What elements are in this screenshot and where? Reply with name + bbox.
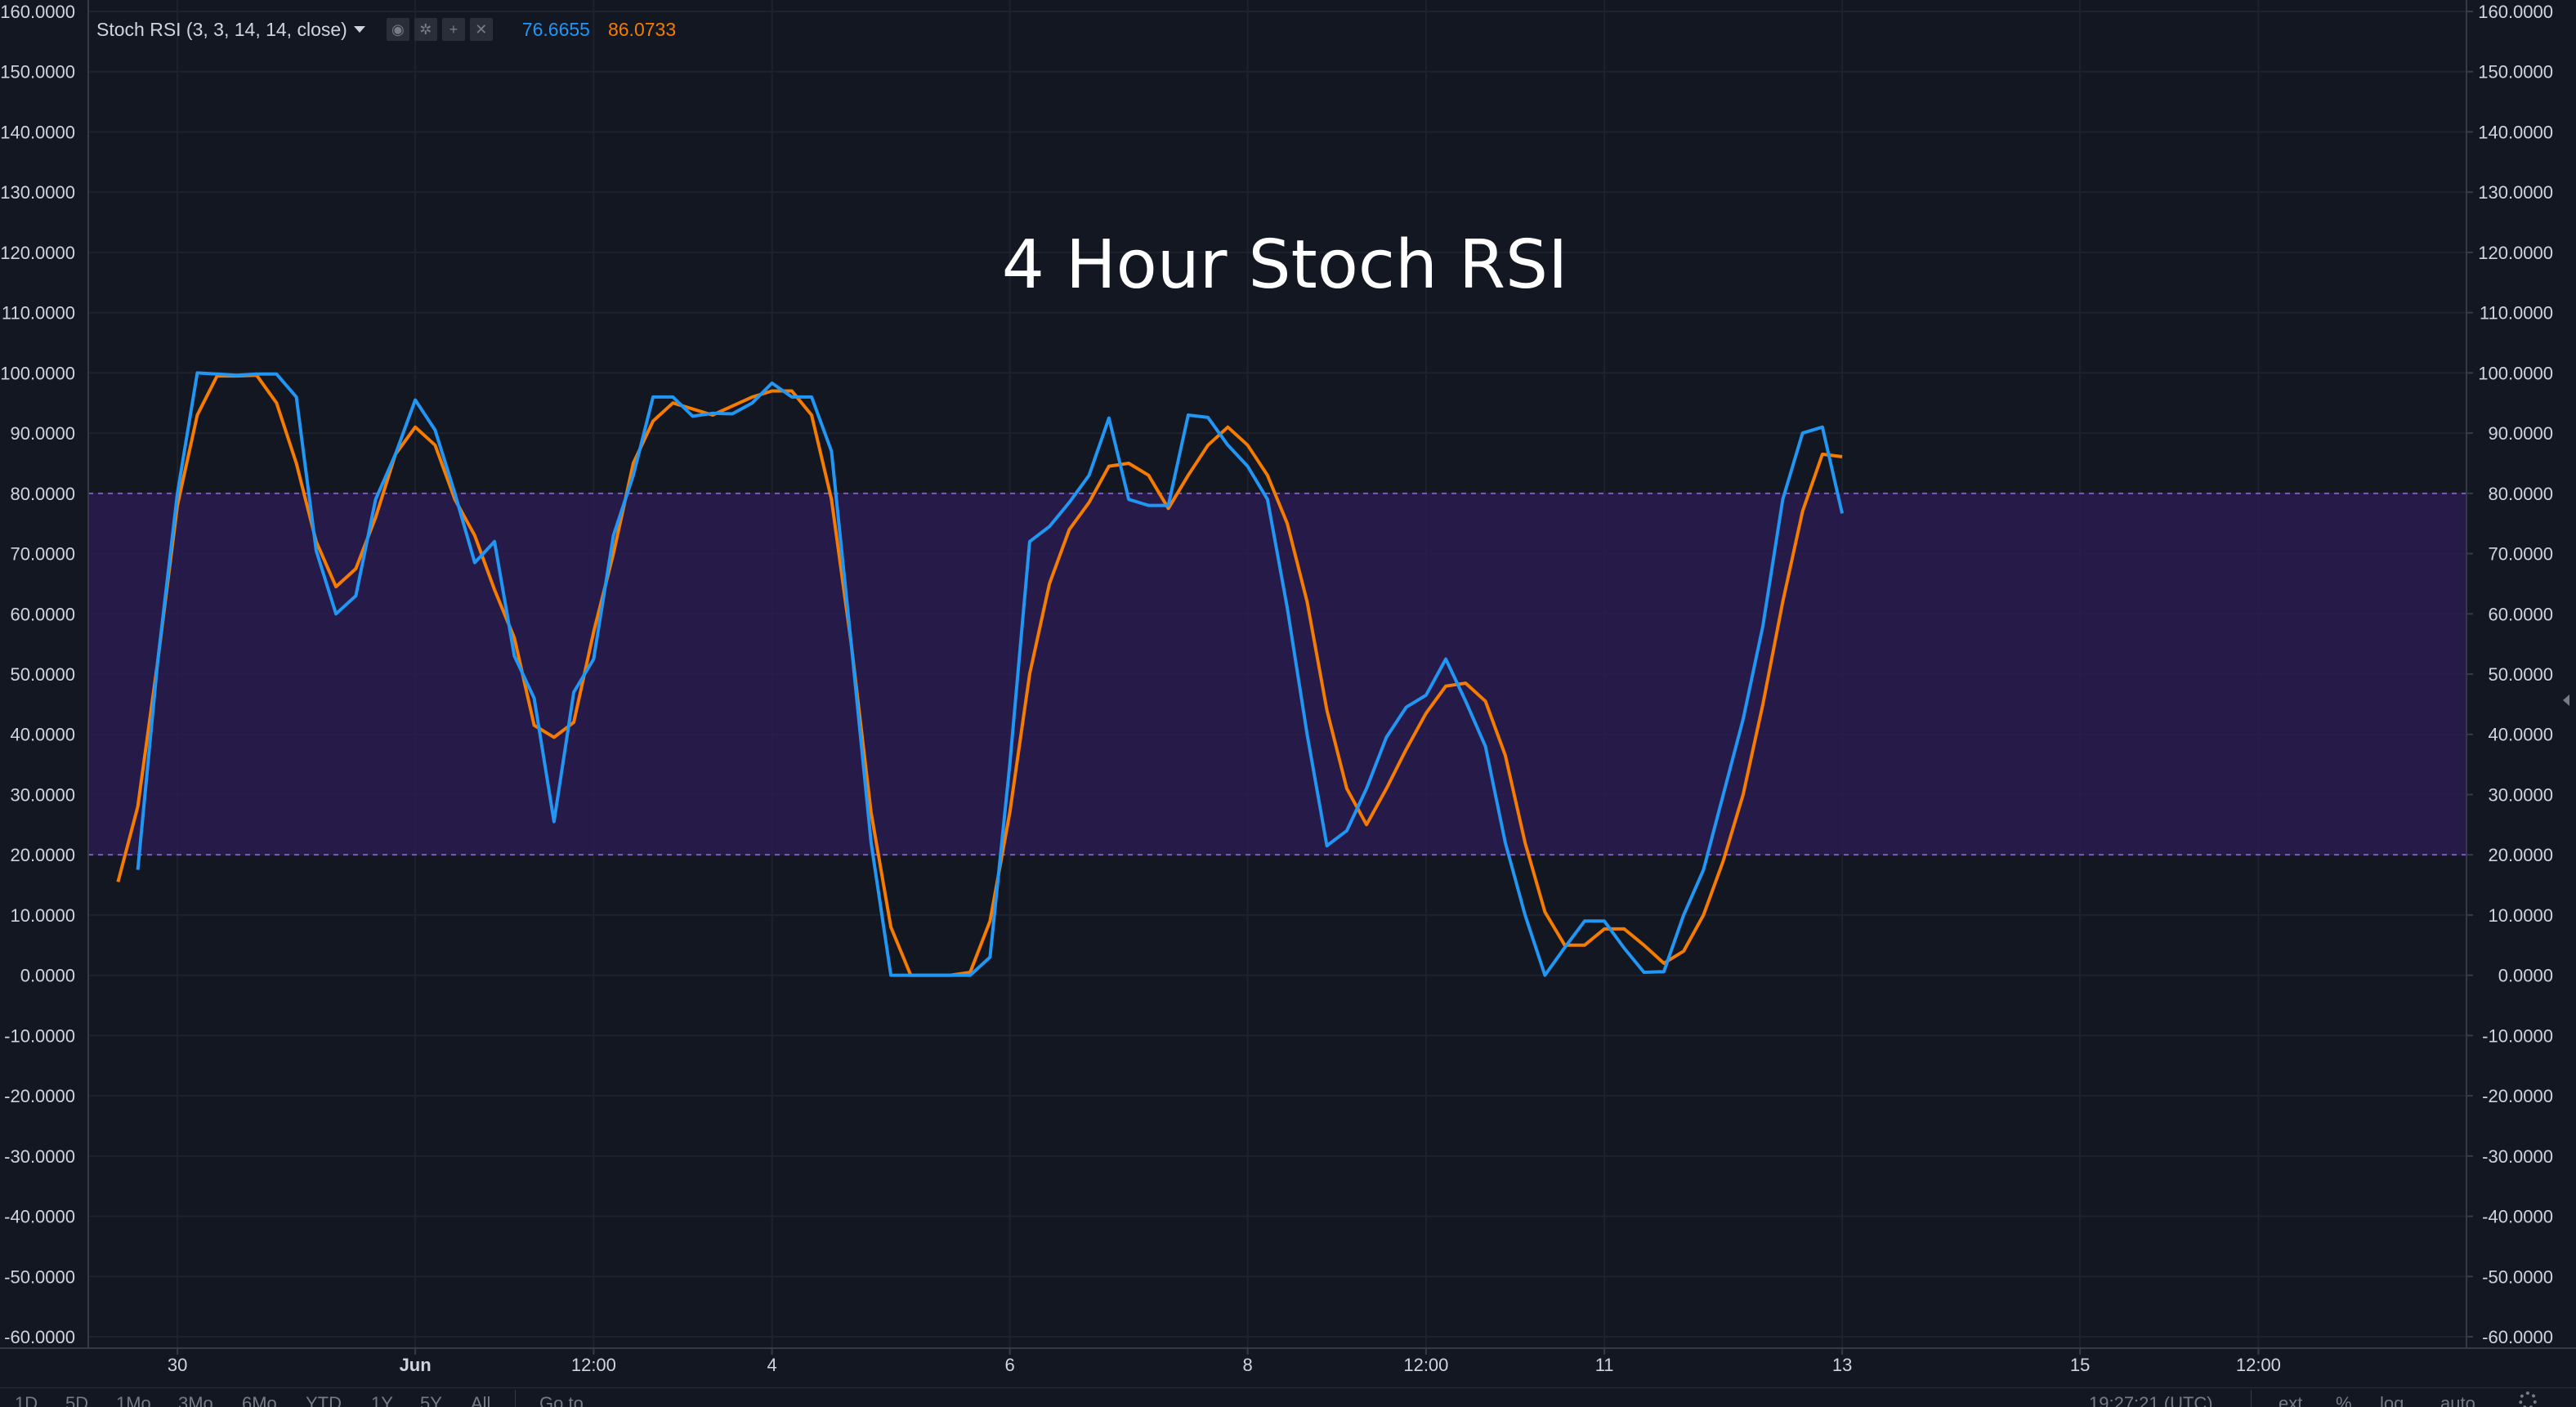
settings-gear-icon[interactable] <box>2519 1391 2537 1407</box>
range-6mo[interactable]: 6Mo <box>242 1393 277 1407</box>
y-tick-label-left: 20.0000 <box>10 845 75 865</box>
y-tick-label-right: -10.0000 <box>2482 1025 2553 1046</box>
y-tick-label-left: -10.0000 <box>4 1025 75 1046</box>
y-tick-label-right: 80.0000 <box>2488 484 2553 504</box>
y-tick-label-right: 40.0000 <box>2488 725 2553 745</box>
range-all[interactable]: All <box>471 1393 490 1407</box>
y-tick-label-right: -60.0000 <box>2482 1327 2553 1347</box>
y-tick-label-left: 140.0000 <box>0 122 75 142</box>
goto-button[interactable]: Go to... <box>539 1393 598 1407</box>
y-tick-label-left: 160.0000 <box>0 2 75 22</box>
y-tick-label-left: 30.0000 <box>10 784 75 805</box>
y-tick-label-left: 40.0000 <box>10 725 75 745</box>
y-tick-label-left: -50.0000 <box>4 1266 75 1287</box>
y-tick-label-right: 50.0000 <box>2488 664 2553 685</box>
gear-icon[interactable]: ✲ <box>414 18 437 41</box>
x-tick-label: 12:00 <box>1403 1355 1448 1375</box>
y-tick-label-right: 120.0000 <box>2478 243 2553 263</box>
y-tick-label-right: 10.0000 <box>2488 905 2553 926</box>
x-tick-label: 8 <box>1243 1355 1253 1375</box>
stoch-rsi-chart[interactable]: 160.0000 160.0000150.0000 150.0000140.0000… <box>0 0 2576 1387</box>
toggle-auto[interactable]: auto <box>2440 1393 2475 1407</box>
y-tick-label-right: 100.0000 <box>2478 363 2553 383</box>
y-tick-label-left: -20.0000 <box>4 1086 75 1106</box>
y-tick-label-right: 90.0000 <box>2488 423 2553 444</box>
y-tick-label-right: -20.0000 <box>2482 1086 2553 1106</box>
chart-root: 160.0000 160.0000 150.0000 150.0000 140.0000… <box>0 0 2576 1407</box>
collapse-arrow-icon[interactable] <box>2563 695 2569 706</box>
d-value: 86.0733 <box>607 18 677 40</box>
y-tick-label-right: 140.0000 <box>2478 122 2553 142</box>
range-1y[interactable]: 1Y <box>371 1393 393 1407</box>
plus-icon[interactable]: + <box>441 18 465 41</box>
y-tick-label-right: 130.0000 <box>2478 182 2553 203</box>
toggle-ext[interactable]: ext <box>2279 1393 2302 1407</box>
y-tick-label-right: 30.0000 <box>2488 784 2553 805</box>
separator <box>515 1390 516 1407</box>
y-tick-label-left: 70.0000 <box>10 544 75 565</box>
x-tick-label: 4 <box>767 1355 777 1375</box>
separator <box>2251 1390 2252 1407</box>
y-tick-label-right: 160.0000 <box>2478 2 2553 22</box>
y-tick-label-left: 120.0000 <box>0 243 75 263</box>
x-tick-label: 12:00 <box>2236 1355 2281 1375</box>
eye-icon[interactable]: ◉ <box>386 18 409 41</box>
y-tick-label-right: 20.0000 <box>2488 845 2553 865</box>
chart-title: 4 Hour Stoch RSI <box>1002 226 1568 304</box>
y-tick-label-left: 50.0000 <box>10 664 75 685</box>
k-value: 76.6655 <box>521 18 590 40</box>
x-tick-label: 6 <box>1005 1355 1015 1375</box>
range-1mo[interactable]: 1Mo <box>116 1393 151 1407</box>
y-tick-label-left: 60.0000 <box>10 604 75 624</box>
y-tick-label-left: 80.0000 <box>10 484 75 504</box>
range-1d[interactable]: 1D <box>15 1393 38 1407</box>
x-tick-label: 11 <box>1595 1355 1614 1375</box>
y-tick-label-left: 130.0000 <box>0 182 75 203</box>
x-tick-label: 15 <box>2070 1355 2090 1375</box>
indicator-title[interactable]: Stoch RSI (3, 3, 14, 14, close) <box>96 19 347 41</box>
y-tick-label-left: 10.0000 <box>10 905 75 926</box>
bottom-toolbar: 1D 5D 1Mo 3Mo 6Mo YTD 1Y 5Y All Go to...… <box>0 1387 2576 1407</box>
y-tick-label-left: 150.0000 <box>0 62 75 83</box>
x-tick-label: 13 <box>1832 1355 1852 1375</box>
y-tick-label-left: 0.0000 <box>20 966 75 986</box>
range-3mo[interactable]: 3Mo <box>178 1393 213 1407</box>
y-tick-label-left: 110.0000 <box>2 303 75 324</box>
x-tick-label: Jun <box>400 1355 432 1375</box>
x-tick-label: 30 <box>168 1355 187 1375</box>
range-5y[interactable]: 5Y <box>420 1393 442 1407</box>
y-tick-label-right: 150.0000 <box>2478 62 2553 83</box>
range-ytd[interactable]: YTD <box>306 1393 342 1407</box>
y-tick-label-left: -40.0000 <box>4 1207 75 1227</box>
y-tick-label-right: -30.0000 <box>2482 1146 2553 1167</box>
indicator-legend: Stoch RSI (3, 3, 14, 14, close) ◉ ✲ + ✕ … <box>96 15 676 44</box>
y-tick-label-left: -60.0000 <box>4 1327 75 1347</box>
y-tick-label-left: 100.0000 <box>0 363 75 383</box>
x-tick-label: 12:00 <box>571 1355 616 1375</box>
chevron-down-icon[interactable] <box>353 26 365 33</box>
toggle-log[interactable]: log <box>2380 1393 2404 1407</box>
y-tick-label-right: -40.0000 <box>2482 1207 2553 1227</box>
y-tick-label-left: 90.0000 <box>10 423 75 444</box>
toggle-percent[interactable]: % <box>2336 1393 2352 1407</box>
range-5d[interactable]: 5D <box>65 1393 88 1407</box>
y-tick-label-right: 0.0000 <box>2498 966 2553 986</box>
close-icon[interactable]: ✕ <box>469 18 493 41</box>
y-tick-label-left: -30.0000 <box>4 1146 75 1167</box>
y-tick-label-right: -50.0000 <box>2482 1266 2553 1287</box>
y-tick-label-right: 60.0000 <box>2488 604 2553 624</box>
y-tick-label-right: 110.0000 <box>2480 303 2553 324</box>
clock[interactable]: 19:27:21 (UTC) <box>2089 1393 2213 1407</box>
y-tick-label-right: 70.0000 <box>2488 544 2553 565</box>
